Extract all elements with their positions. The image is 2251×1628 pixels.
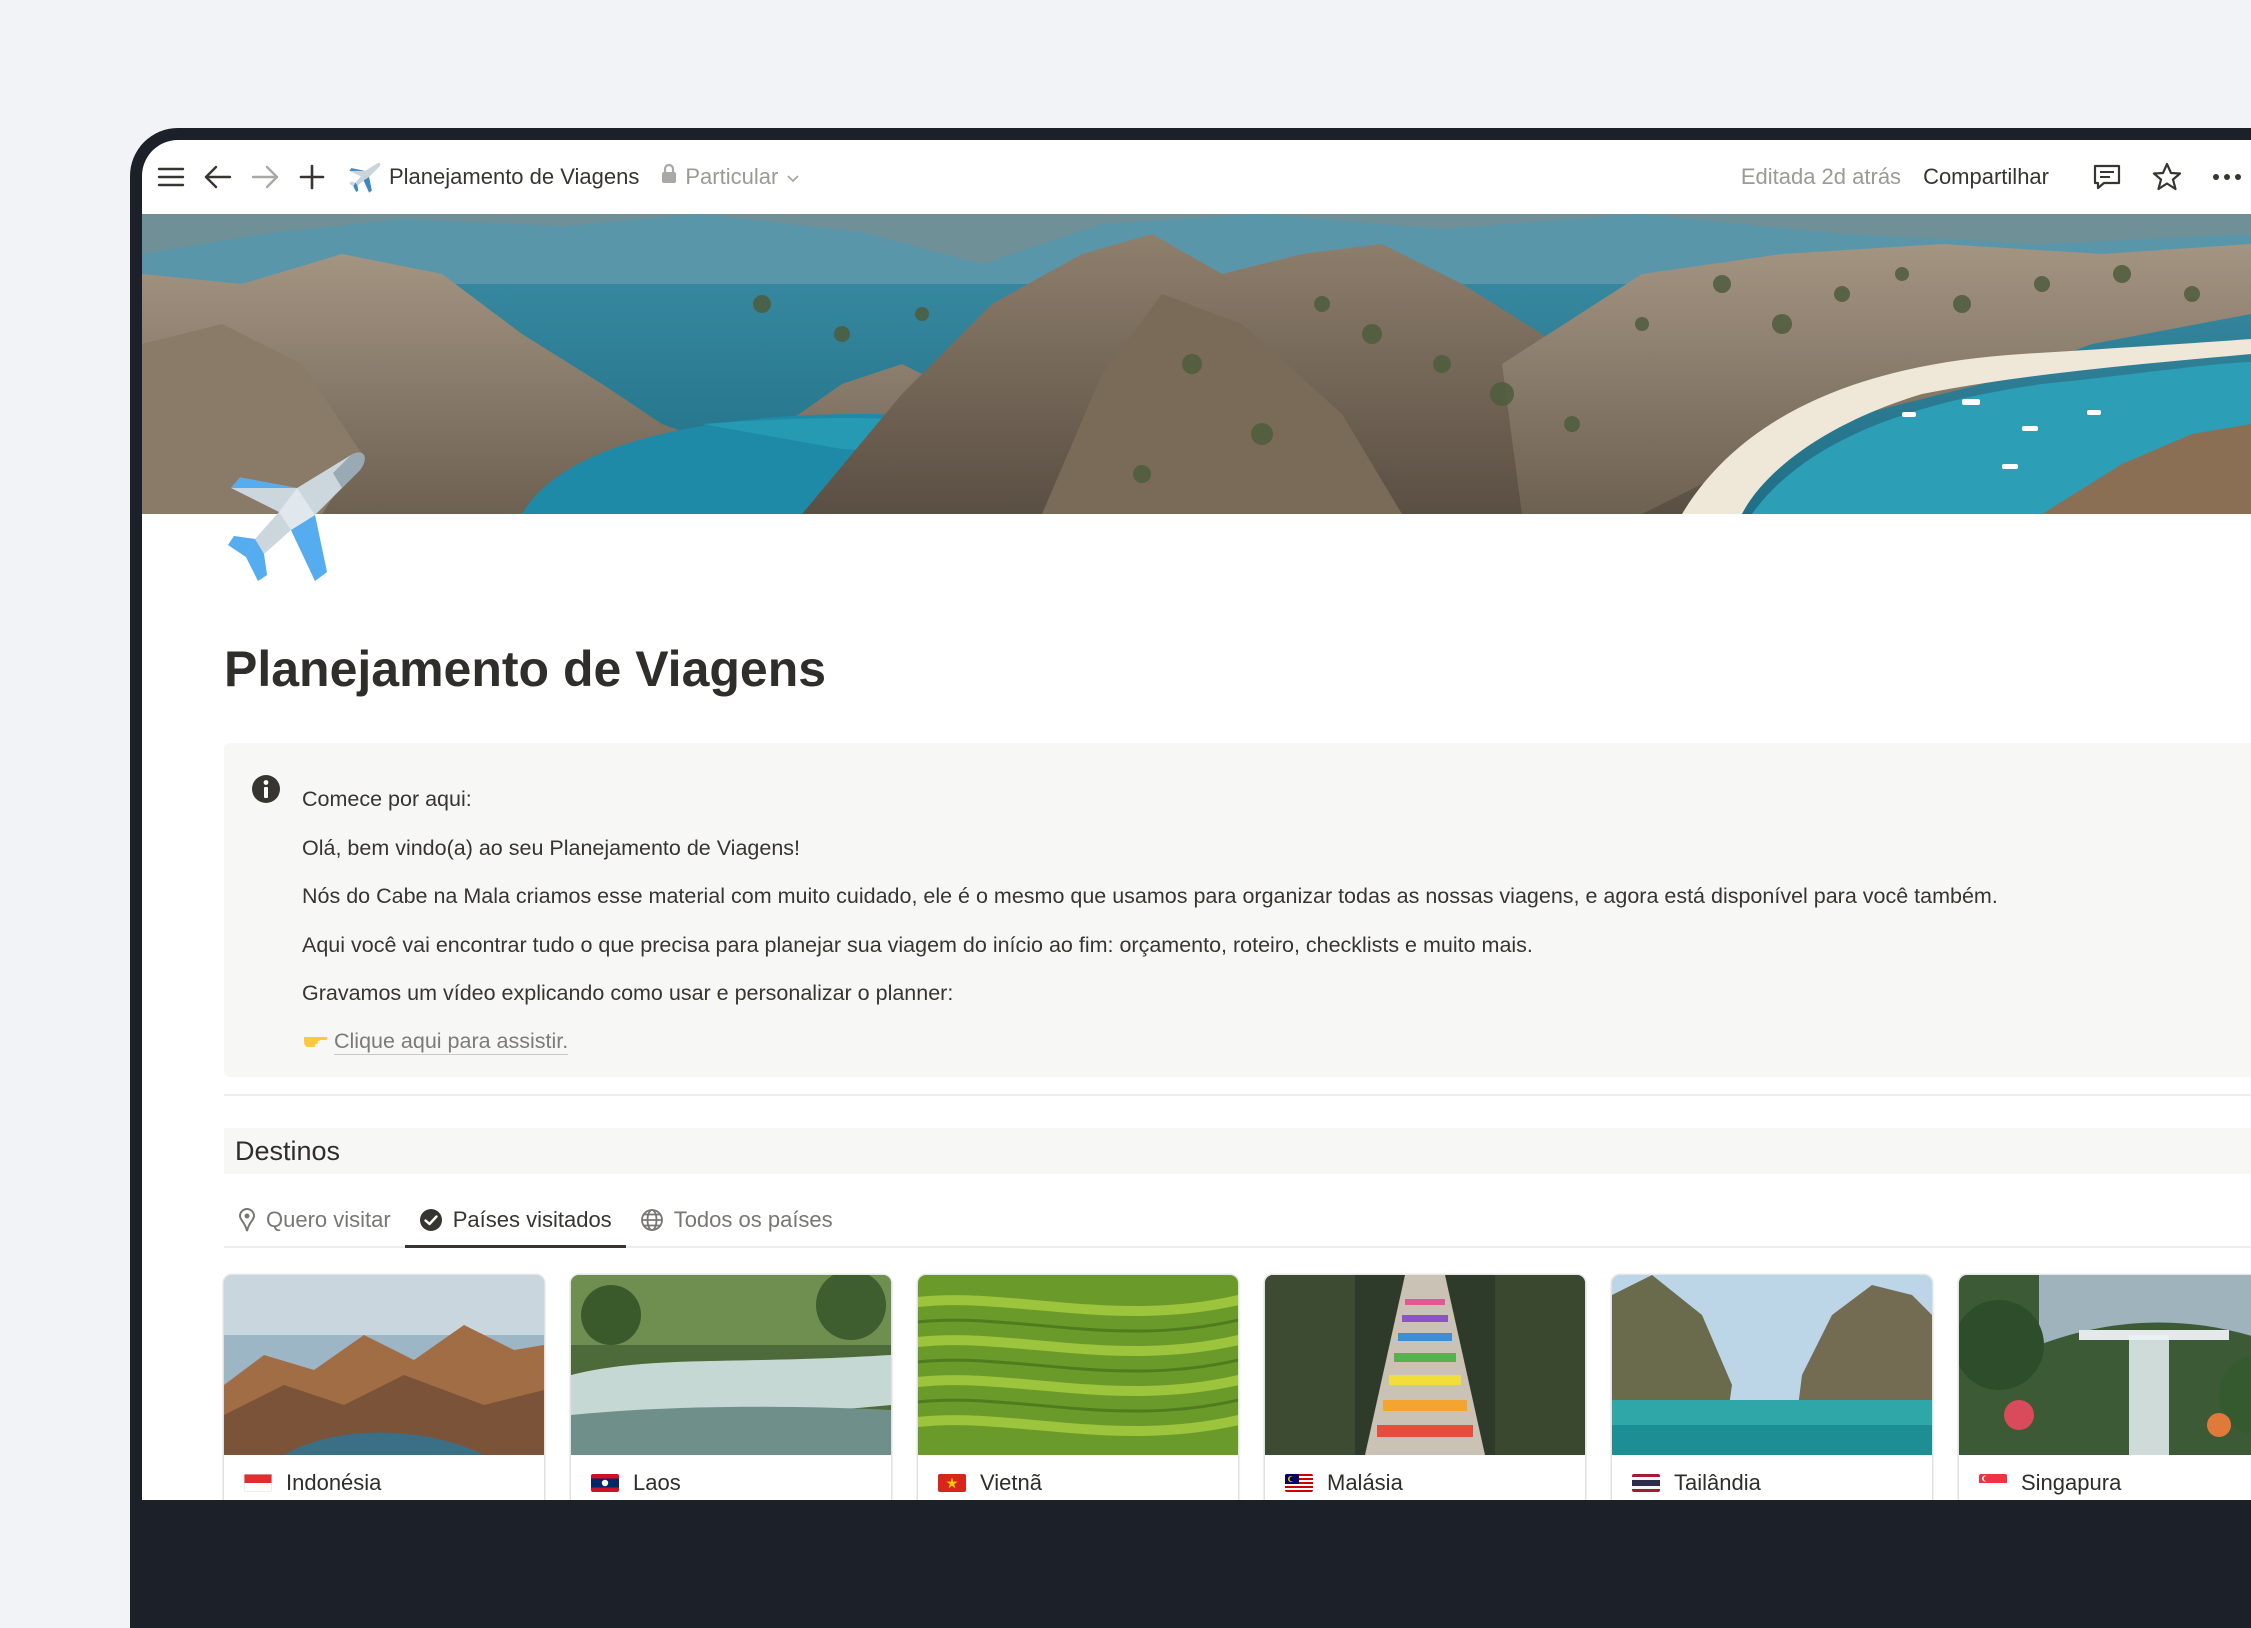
info-icon — [250, 773, 282, 805]
gallery-card[interactable]: Singapura — [1959, 1275, 2251, 1500]
card-label: Malásia — [1285, 1470, 1403, 1496]
card-cover-image — [1265, 1275, 1585, 1455]
card-cover-image — [571, 1275, 891, 1455]
database-header: Destinos — [224, 1128, 2251, 1174]
card-title: Indonésia — [286, 1470, 382, 1495]
callout-line: Olá, bem vindo(a) ao seu Planejamento de… — [302, 835, 800, 860]
card-title: Vietnã — [980, 1470, 1042, 1495]
more-icon[interactable] — [2203, 153, 2251, 201]
card-cover-image — [1612, 1275, 1932, 1455]
callout-line: Nós do Cabe na Mala criamos esse materia… — [302, 884, 1998, 908]
callout-text: Comece por aqui: Olá, bem vindo(a) ao se… — [302, 775, 1998, 1066]
top-bar-left: Planejamento de Viagens Particular — [148, 140, 800, 214]
tab-paises-visitados[interactable]: Países visitados — [404, 1194, 626, 1248]
privacy-selector[interactable]: Particular — [661, 163, 800, 190]
thailand-flag-icon — [1632, 1474, 1660, 1492]
cover-image — [142, 214, 2251, 514]
share-button[interactable]: Compartilhar — [1923, 164, 2049, 190]
card-label: Laos — [591, 1470, 681, 1496]
tab-label: Quero visitar — [266, 1207, 391, 1232]
laos-flag-icon — [591, 1474, 619, 1492]
callout-line: Gravamos um vídeo explicando como usar e… — [302, 981, 954, 1005]
top-bar-right: Editada 2d atrás Compartilhar — [1741, 140, 2251, 214]
breadcrumb-page-title[interactable]: Planejamento de Viagens — [389, 164, 639, 190]
pin-icon — [238, 1207, 256, 1233]
callout-cta: Clique aqui para assistir. — [302, 1018, 1998, 1067]
top-bar: Planejamento de Viagens Particular Edita… — [142, 140, 2251, 214]
globe-icon — [640, 1208, 664, 1232]
singapore-flag-icon — [1979, 1474, 2007, 1492]
database-tabs: Quero visitar Países visitados Todos os … — [224, 1194, 2251, 1248]
card-label: Vietnã — [938, 1470, 1042, 1496]
card-label: Indonésia — [244, 1470, 381, 1496]
card-label: Tailândia — [1632, 1470, 1761, 1496]
menu-icon[interactable] — [148, 154, 194, 200]
callout-line: Aqui você vai encontrar tudo o que preci… — [302, 932, 1533, 957]
gallery: Indonésia Laos Vietnã Malásia Tailândia … — [224, 1275, 2251, 1500]
card-title: Singapura — [2021, 1470, 2122, 1495]
last-edited-label: Editada 2d atrás — [1740, 164, 1902, 189]
gallery-card[interactable]: Tailândia — [1612, 1275, 1932, 1500]
card-cover-image — [1959, 1275, 2251, 1455]
gallery-card[interactable]: Malásia — [1265, 1275, 1585, 1500]
comment-icon[interactable] — [2083, 153, 2131, 201]
card-title: Tailândia — [1674, 1470, 1761, 1495]
card-title: Malásia — [1327, 1470, 1403, 1495]
callout-block: Comece por aqui: Olá, bem vindo(a) ao se… — [224, 743, 2251, 1077]
tab-label: Países visitados — [452, 1207, 612, 1232]
chevron-down-icon — [786, 164, 800, 190]
gallery-card[interactable]: Laos — [571, 1275, 891, 1500]
card-label: Singapura — [1979, 1470, 2121, 1496]
forward-arrow-icon[interactable] — [242, 154, 288, 200]
tab-todos-os-paises[interactable]: Todos os países — [626, 1194, 847, 1246]
indonesia-flag-icon — [244, 1474, 272, 1492]
gallery-card[interactable]: Vietnã — [918, 1275, 1238, 1500]
check-circle-icon — [419, 1208, 443, 1232]
malaysia-flag-icon — [1285, 1474, 1313, 1492]
vietnam-flag-icon — [938, 1474, 966, 1492]
page-airplane-icon[interactable] — [222, 440, 372, 590]
callout-line: Comece por aqui: — [302, 787, 472, 811]
back-arrow-icon[interactable] — [195, 154, 241, 200]
card-title: Laos — [633, 1470, 681, 1495]
tab-label: Todos os países — [673, 1207, 833, 1232]
airplane-icon — [342, 154, 388, 200]
watch-video-link[interactable]: Clique aqui para assistir. — [334, 1028, 569, 1056]
tab-quero-visitar[interactable]: Quero visitar — [224, 1194, 405, 1246]
plus-icon[interactable] — [289, 154, 335, 200]
divider — [224, 1094, 2251, 1096]
app-window: Planejamento de Viagens Particular Edita… — [142, 140, 2251, 1500]
card-cover-image — [918, 1275, 1238, 1455]
database-title[interactable]: Destinos — [235, 1136, 340, 1167]
card-cover-image — [224, 1275, 544, 1455]
pointing-hand-icon — [302, 1018, 328, 1067]
gallery-card[interactable]: Indonésia — [224, 1275, 544, 1500]
page-title[interactable]: Planejamento de Viagens — [224, 640, 826, 698]
lock-icon — [661, 163, 677, 190]
privacy-label: Particular — [685, 164, 779, 189]
star-icon[interactable] — [2143, 153, 2191, 201]
